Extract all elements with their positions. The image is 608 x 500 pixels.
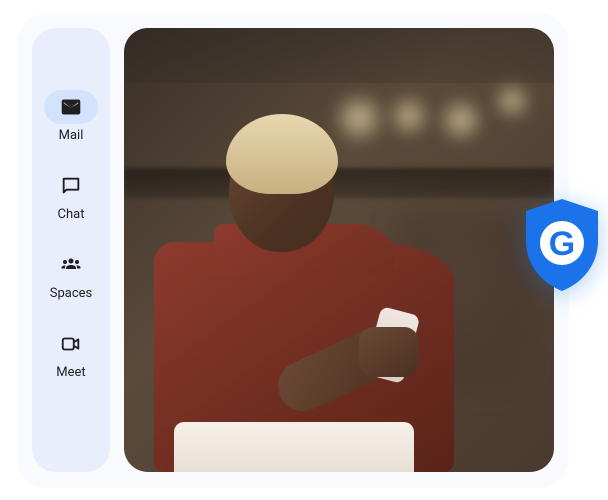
meet-icon: [59, 332, 83, 356]
nav-label: Meet: [56, 365, 85, 380]
spaces-icon: [59, 253, 83, 277]
nav-icon-wrap: [44, 248, 98, 282]
image-scene: [124, 28, 554, 472]
hero-image: [124, 28, 554, 472]
mail-icon: [59, 95, 83, 119]
sidebar-nav: Mail Chat: [32, 28, 110, 472]
app-card: Mail Chat: [18, 14, 568, 486]
nav-icon-wrap: [44, 169, 98, 203]
nav-label: Chat: [58, 207, 85, 222]
sidebar-item-spaces[interactable]: Spaces: [44, 248, 98, 301]
chat-icon: [59, 174, 83, 198]
nav-label: Mail: [59, 128, 84, 143]
nav-label: Spaces: [50, 286, 93, 301]
sidebar-item-chat[interactable]: Chat: [44, 169, 98, 222]
nav-icon-wrap: [44, 90, 98, 124]
sidebar-item-meet[interactable]: Meet: [44, 327, 98, 380]
sidebar-item-mail[interactable]: Mail: [44, 90, 98, 143]
nav-icon-wrap: [44, 327, 98, 361]
google-shield-badge: G: [518, 195, 606, 295]
shield-letter: G: [549, 225, 575, 263]
